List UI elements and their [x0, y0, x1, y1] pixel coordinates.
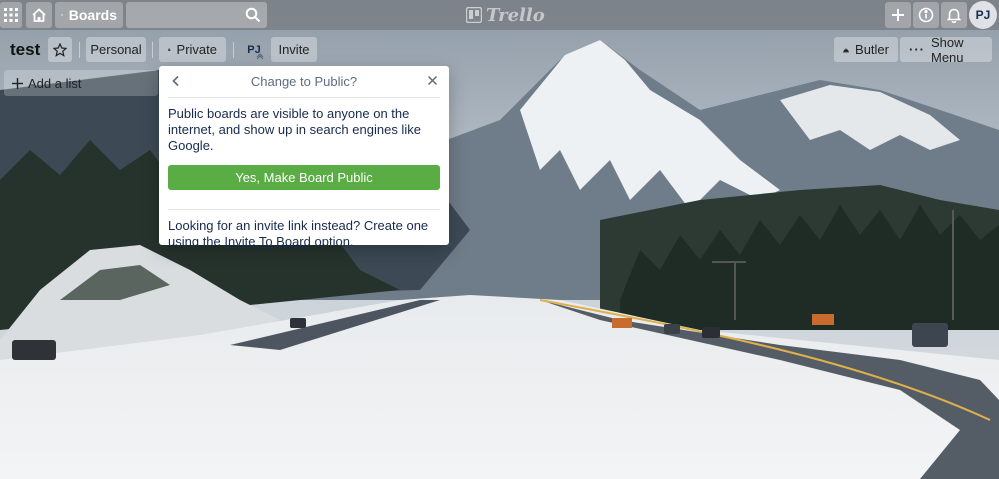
- star-board-button[interactable]: [48, 37, 72, 62]
- butler-icon: [843, 47, 850, 52]
- team-button[interactable]: Personal: [86, 37, 146, 62]
- create-button[interactable]: [885, 2, 911, 28]
- invite-label: Invite: [278, 42, 310, 57]
- header-divider: [152, 42, 153, 58]
- notifications-button[interactable]: [941, 2, 967, 28]
- more-icon: ···: [909, 42, 925, 57]
- search-icon[interactable]: [245, 7, 261, 23]
- popover-title: Change to Public?: [250, 74, 358, 89]
- trello-logo[interactable]: Trello: [466, 4, 545, 26]
- popover-divider: [168, 209, 440, 210]
- butler-button[interactable]: Butler: [834, 37, 898, 62]
- plus-icon: [892, 9, 904, 21]
- add-list-button[interactable]: Add a list: [4, 70, 158, 96]
- public-description: Public boards are visible to anyone on t…: [168, 106, 421, 153]
- home-icon: [32, 8, 46, 22]
- apps-grid-button[interactable]: [0, 2, 22, 28]
- visibility-button[interactable]: Private: [159, 37, 226, 62]
- change-visibility-popover: Change to Public? Public boards are visi…: [159, 66, 449, 249]
- bell-icon: [947, 8, 961, 23]
- show-menu-button[interactable]: ··· Show Menu: [900, 34, 992, 65]
- home-button[interactable]: [26, 2, 52, 28]
- info-icon: [918, 7, 934, 23]
- invite-link-note: Looking for an invite link instead? Crea…: [168, 218, 440, 250]
- board-title[interactable]: test: [10, 40, 40, 60]
- popover-header: Change to Public?: [159, 66, 449, 97]
- team-label: Personal: [90, 42, 142, 57]
- invite-note-suffix: option.: [314, 234, 354, 249]
- trello-logo-icon: [466, 7, 482, 23]
- back-arrow-icon[interactable]: [170, 75, 182, 87]
- star-icon: [53, 42, 67, 57]
- show-menu-label: Show Menu: [931, 34, 964, 65]
- header-divider: [233, 42, 234, 58]
- top-navigation-bar: Boards Trello PJ: [0, 0, 999, 30]
- admin-badge-icon: [256, 53, 264, 60]
- plus-icon: [12, 77, 23, 89]
- boards-button[interactable]: Boards: [55, 2, 123, 28]
- user-avatar[interactable]: PJ: [969, 1, 997, 29]
- header-divider: [79, 42, 80, 58]
- invite-button[interactable]: Invite: [271, 37, 317, 62]
- lock-icon: [168, 48, 171, 51]
- close-icon[interactable]: [427, 75, 438, 86]
- butler-label: Butler: [855, 42, 889, 57]
- grid-icon: [4, 8, 18, 22]
- add-list-label: Add a list: [28, 75, 82, 91]
- board-icon: [61, 14, 63, 16]
- trello-logo-text: Trello: [486, 4, 545, 26]
- visibility-label: Private: [176, 42, 217, 57]
- invite-to-board-link[interactable]: Invite To Board: [224, 234, 310, 249]
- boards-label: Boards: [68, 7, 117, 23]
- information-button[interactable]: [913, 2, 939, 28]
- make-board-public-button[interactable]: Yes, Make Board Public: [168, 165, 440, 190]
